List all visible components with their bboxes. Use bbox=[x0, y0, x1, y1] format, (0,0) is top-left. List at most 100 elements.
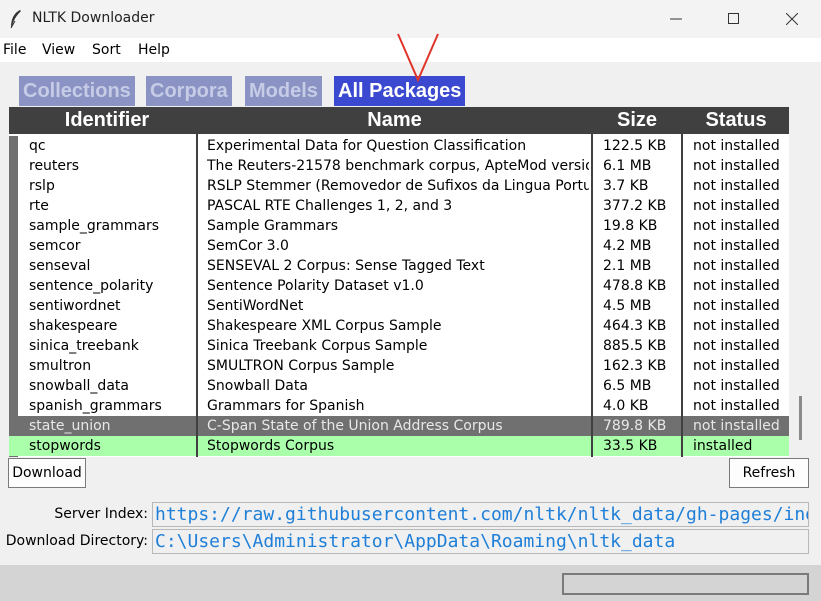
cell-name: PASCAL RTE Challenges 1, 2, and 3 bbox=[207, 198, 453, 214]
cell-name: SemCor 3.0 bbox=[207, 238, 289, 254]
table-row[interactable]: shakespeare Shakespeare XML Corpus Sample… bbox=[9, 316, 789, 336]
cell-size: 19.8 KB bbox=[603, 218, 658, 234]
cell-name: Shakespeare XML Corpus Sample bbox=[207, 318, 442, 334]
cell-size: 789.8 KB bbox=[603, 418, 667, 434]
cell-identifier: reuters bbox=[29, 158, 80, 174]
column-divider bbox=[196, 107, 198, 457]
column-header-size[interactable]: Size bbox=[593, 107, 681, 134]
download-directory-label: Download Directory: bbox=[5, 533, 148, 549]
cell-identifier: sample_grammars bbox=[29, 218, 160, 234]
menu-sort[interactable]: Sort bbox=[92, 42, 121, 58]
cell-status: not installed bbox=[693, 338, 780, 354]
close-button[interactable] bbox=[764, 0, 821, 38]
column-header-identifier[interactable]: Identifier bbox=[18, 107, 196, 134]
menu-help[interactable]: Help bbox=[138, 42, 170, 58]
cell-identifier: spanish_grammars bbox=[29, 398, 162, 414]
cell-status: not installed bbox=[693, 238, 780, 254]
cell-size: 4.2 MB bbox=[603, 238, 652, 254]
cell-identifier: shakespeare bbox=[29, 318, 118, 334]
table-row[interactable]: qc Experimental Data for Question Classif… bbox=[9, 136, 789, 156]
maximize-button[interactable] bbox=[706, 0, 764, 38]
table-row[interactable]: semcor SemCor 3.0 4.2 MB not installed bbox=[9, 236, 789, 256]
cell-identifier: senseval bbox=[29, 258, 91, 274]
cell-size: 3.7 KB bbox=[603, 178, 649, 194]
table-row[interactable]: rslp RSLP Stemmer (Removedor de Sufixos d… bbox=[9, 176, 789, 196]
cell-size: 4.5 MB bbox=[603, 298, 652, 314]
table-row[interactable]: sentiwordnet SentiWordNet 4.5 MB not instal… bbox=[9, 296, 789, 316]
column-header-status[interactable]: Status bbox=[683, 107, 789, 134]
cell-identifier: rte bbox=[29, 198, 49, 214]
minimize-button[interactable] bbox=[648, 0, 706, 38]
cell-size: 2.1 MB bbox=[603, 258, 652, 274]
table-row[interactable]: senseval SENSEVAL 2 Corpus: Sense Tagged … bbox=[9, 256, 789, 276]
cell-size: 377.2 KB bbox=[603, 198, 667, 214]
cell-status: not installed bbox=[693, 378, 780, 394]
cell-identifier: semcor bbox=[29, 238, 81, 254]
refresh-button[interactable]: Refresh bbox=[729, 458, 809, 488]
cell-status: not installed bbox=[693, 318, 780, 334]
table-row[interactable]: reuters The Reuters-21578 benchmark corpu… bbox=[9, 156, 789, 176]
tab-collections[interactable]: Collections bbox=[19, 76, 135, 106]
cell-name: Sample Grammars bbox=[207, 218, 339, 234]
menu-file[interactable]: File bbox=[3, 42, 26, 58]
cell-identifier: sentence_polarity bbox=[29, 278, 154, 294]
server-index-label: Server Index: bbox=[54, 506, 148, 522]
table-rows: qc Experimental Data for Question Classif… bbox=[9, 136, 789, 456]
table-row[interactable]: sinica_treebank Sinica Treebank Corpus Sa… bbox=[9, 336, 789, 356]
table-row[interactable]: smultron SMULTRON Corpus Sample 162.3 KB no… bbox=[9, 356, 789, 376]
header-gap bbox=[9, 107, 18, 134]
tab-models[interactable]: Models bbox=[245, 76, 322, 106]
cell-identifier: rslp bbox=[29, 178, 55, 194]
cell-size: 478.8 KB bbox=[603, 278, 667, 294]
cell-size: 162.3 KB bbox=[603, 358, 667, 374]
vertical-scrollbar[interactable] bbox=[792, 137, 810, 457]
download-directory-field[interactable]: C:\Users\Administrator\AppData\Roaming\n… bbox=[152, 529, 809, 554]
minimize-icon bbox=[670, 18, 682, 20]
column-header-name[interactable]: Name bbox=[198, 107, 591, 134]
cell-name: Sentence Polarity Dataset v1.0 bbox=[207, 278, 424, 294]
cell-identifier: smultron bbox=[29, 358, 92, 374]
table-row[interactable]: snowball_data Snowball Data 6.5 MB not inst… bbox=[9, 376, 789, 396]
cell-status: not installed bbox=[693, 198, 780, 214]
feather-icon bbox=[10, 10, 21, 29]
cell-identifier: snowball_data bbox=[29, 378, 129, 394]
cell-status: not installed bbox=[693, 358, 780, 374]
cell-status: installed bbox=[693, 438, 753, 454]
menu-view[interactable]: View bbox=[42, 42, 75, 58]
cell-identifier: qc bbox=[29, 138, 46, 154]
status-bar bbox=[0, 565, 821, 601]
download-button[interactable]: Download bbox=[8, 458, 86, 488]
table-row[interactable]: sample_grammars Sample Grammars 19.8 KB not… bbox=[9, 216, 789, 236]
cell-status: not installed bbox=[693, 418, 780, 434]
table-row[interactable]: state_union C-Span State of the Union Add… bbox=[9, 416, 789, 436]
cell-status: not installed bbox=[693, 298, 780, 314]
column-divider bbox=[681, 107, 683, 457]
tab-corpora[interactable]: Corpora bbox=[146, 76, 232, 106]
server-index-field[interactable]: https://raw.githubusercontent.com/nltk/n… bbox=[152, 502, 809, 527]
cell-name: Stopwords Corpus bbox=[207, 438, 335, 454]
cell-name: SentiWordNet bbox=[207, 298, 304, 314]
cell-status: not installed bbox=[693, 178, 780, 194]
cell-identifier: state_union bbox=[29, 418, 111, 434]
cell-name: RSLP Stemmer (Removedor de Sufixos da Li… bbox=[207, 178, 589, 194]
table-row[interactable]: rte PASCAL RTE Challenges 1, 2, and 3 377.… bbox=[9, 196, 789, 216]
annotation-arrow-icon bbox=[397, 33, 439, 83]
cell-name: C-Span State of the Union Address Corpus bbox=[207, 418, 503, 434]
table-row[interactable]: spanish_grammars Grammars for Spanish 4.0 … bbox=[9, 396, 789, 416]
cell-name: Experimental Data for Question Classific… bbox=[207, 138, 527, 154]
cell-size: 4.0 KB bbox=[603, 398, 649, 414]
cell-identifier: sinica_treebank bbox=[29, 338, 139, 354]
cell-size: 33.5 KB bbox=[603, 438, 658, 454]
cell-name: SMULTRON Corpus Sample bbox=[207, 358, 395, 374]
cell-status: not installed bbox=[693, 138, 780, 154]
scrollbar-thumb[interactable] bbox=[799, 396, 802, 440]
progress-bar bbox=[562, 573, 809, 595]
cell-status: not installed bbox=[693, 278, 780, 294]
table-row[interactable]: stopwords Stopwords Corpus 33.5 KB installe… bbox=[9, 436, 789, 456]
cell-status: not installed bbox=[693, 398, 780, 414]
close-icon bbox=[786, 13, 798, 25]
cell-name: The Reuters-21578 benchmark corpus, Apte… bbox=[207, 158, 589, 174]
cell-name: Snowball Data bbox=[207, 378, 308, 394]
table-row[interactable]: sentence_polarity Sentence Polarity Datas… bbox=[9, 276, 789, 296]
cell-name: SENSEVAL 2 Corpus: Sense Tagged Text bbox=[207, 258, 485, 274]
